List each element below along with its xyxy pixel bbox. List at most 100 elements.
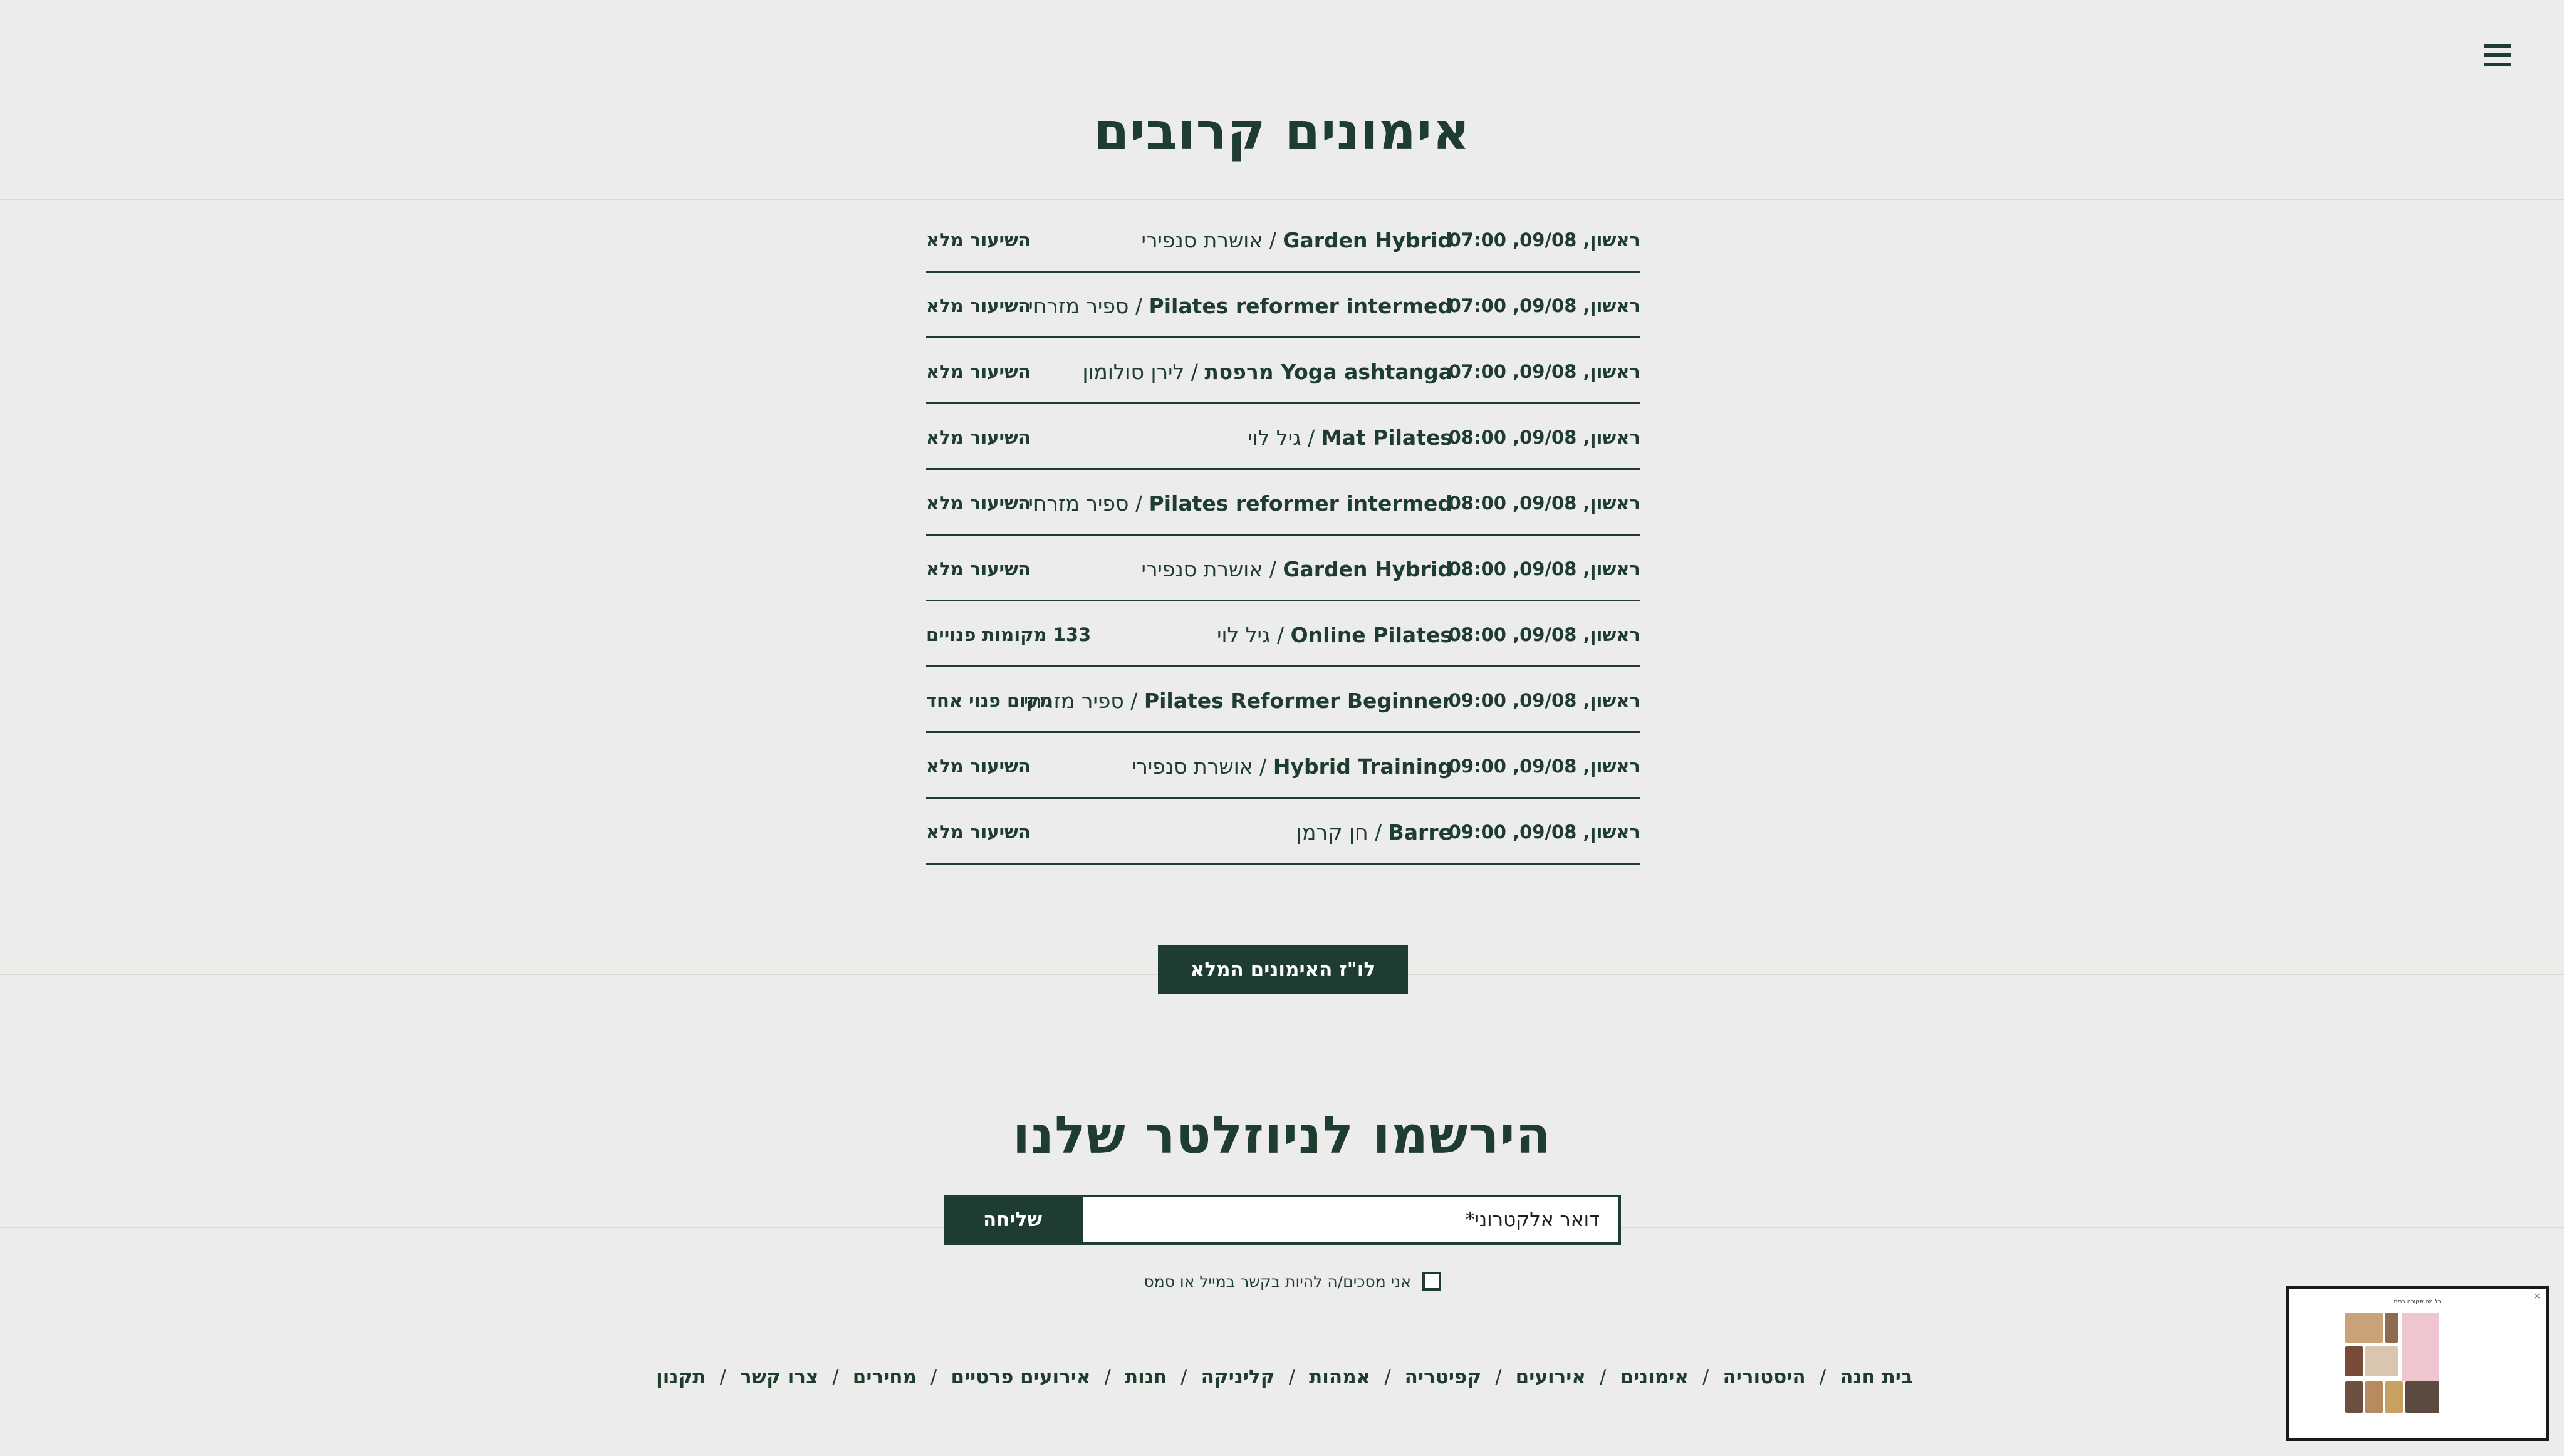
class-name: Pilates Reformer Beginner bbox=[1144, 689, 1452, 713]
newsletter-submit-button[interactable]: שליחה bbox=[944, 1195, 1081, 1245]
class-info: Barre / חן קרמן bbox=[1296, 820, 1452, 845]
class-schedule-list: ראשון, 09/08, 07:00 Garden Hybrid / אושרת… bbox=[926, 207, 1640, 865]
class-row[interactable]: ראשון, 09/08, 07:00 Garden Hybrid / אושרת… bbox=[926, 207, 1640, 273]
class-status: השיעור מלא bbox=[926, 558, 1031, 580]
class-info: Hybrid Training / אושרת סנפירי bbox=[1132, 754, 1452, 779]
class-datetime: ראשון, 09/08, 07:00 bbox=[1448, 361, 1640, 382]
class-datetime: ראשון, 09/08, 09:00 bbox=[1448, 756, 1640, 777]
class-info: Online Pilates / גיל לוי bbox=[1217, 623, 1452, 647]
preview-thumbnail bbox=[2345, 1313, 2383, 1343]
preview-title: כל מה שקורה בבית bbox=[2394, 1299, 2441, 1305]
class-row[interactable]: ראשון, 09/08, 07:00 Pilates reformer inte… bbox=[926, 273, 1640, 338]
class-trainer: / גיל לוי bbox=[1217, 623, 1291, 647]
class-name: Garden Hybrid bbox=[1283, 557, 1452, 581]
class-info: Garden Hybrid / אושרת סנפירי bbox=[1141, 557, 1452, 581]
class-row[interactable]: ראשון, 09/08, 08:00 Mat Pilates / גיל לוי… bbox=[926, 404, 1640, 470]
class-trainer: / גיל לוי bbox=[1248, 425, 1321, 450]
close-icon[interactable]: × bbox=[2533, 1291, 2541, 1301]
footer-nav-link[interactable]: אימונים bbox=[1620, 1366, 1689, 1388]
class-row[interactable]: ראשון, 09/08, 07:00 Yoga ashtanga מרפסת /… bbox=[926, 338, 1640, 404]
class-trainer: / לירן סולומון bbox=[1082, 360, 1205, 384]
class-row[interactable]: ראשון, 09/08, 08:00 Online Pilates / גיל … bbox=[926, 601, 1640, 667]
class-name: Yoga ashtanga מרפסת bbox=[1204, 360, 1452, 384]
class-row[interactable]: ראשון, 09/08, 09:00 Pilates Reformer Begi… bbox=[926, 667, 1640, 733]
class-info: Pilates reformer intermed / ספיר מזרחי bbox=[1028, 491, 1452, 516]
class-datetime: ראשון, 09/08, 09:00 bbox=[1448, 821, 1640, 843]
class-status: השיעור מלא bbox=[926, 361, 1031, 382]
nav-separator: / bbox=[1495, 1366, 1502, 1388]
nav-separator: / bbox=[719, 1366, 726, 1388]
nav-separator: / bbox=[1104, 1366, 1111, 1388]
preview-thumbnail bbox=[2345, 1381, 2363, 1413]
class-datetime: ראשון, 09/08, 09:00 bbox=[1448, 690, 1640, 711]
footer-nav-link[interactable]: מחירים bbox=[853, 1366, 917, 1388]
full-schedule-button[interactable]: לו"ז האימונים המלא bbox=[1158, 945, 1408, 994]
preview-thumbnail bbox=[2365, 1381, 2383, 1413]
consent-label: אני מסכים/ה להיות בקשר במייל או סמס bbox=[1144, 1272, 1411, 1291]
footer-nav: בית חנה / היסטוריה / אימונים / אירועים / קפיטריה… bbox=[656, 1366, 1913, 1388]
preview-widget[interactable]: × כל מה שקורה בבית bbox=[2286, 1286, 2549, 1441]
hamburger-menu-icon[interactable] bbox=[2484, 44, 2511, 66]
footer-nav-link[interactable]: אירועים bbox=[1516, 1366, 1586, 1388]
email-field[interactable] bbox=[1081, 1195, 1621, 1245]
section-divider-top bbox=[0, 199, 2564, 200]
class-info: Pilates reformer intermed / ספיר מזרחי bbox=[1028, 294, 1452, 318]
class-name: Pilates reformer intermed bbox=[1149, 491, 1452, 516]
footer-nav-link[interactable]: אמהות bbox=[1309, 1366, 1370, 1388]
class-info: Mat Pilates / גיל לוי bbox=[1248, 425, 1452, 450]
preview-thumbnail bbox=[2345, 1346, 2363, 1376]
preview-thumbnail bbox=[2385, 1313, 2398, 1343]
footer-nav-link[interactable]: צרו קשר bbox=[740, 1366, 818, 1388]
class-datetime: ראשון, 09/08, 07:00 bbox=[1448, 295, 1640, 316]
class-datetime: ראשון, 09/08, 08:00 bbox=[1448, 624, 1640, 645]
nav-separator: / bbox=[1180, 1366, 1187, 1388]
preview-thumbnail bbox=[2405, 1381, 2439, 1413]
footer-nav-link[interactable]: תקנון bbox=[656, 1366, 706, 1388]
nav-separator: / bbox=[1702, 1366, 1709, 1388]
footer-nav-link[interactable]: בית חנה bbox=[1840, 1366, 1913, 1388]
class-name: Mat Pilates bbox=[1321, 425, 1452, 450]
class-trainer: / אושרת סנפירי bbox=[1141, 228, 1283, 252]
footer-nav-link[interactable]: קליניקה bbox=[1201, 1366, 1275, 1388]
nav-separator: / bbox=[1288, 1366, 1296, 1388]
class-trainer: / חן קרמן bbox=[1296, 820, 1389, 845]
class-datetime: ראשון, 09/08, 08:00 bbox=[1448, 492, 1640, 514]
nav-separator: / bbox=[1819, 1366, 1827, 1388]
nav-separator: / bbox=[930, 1366, 937, 1388]
footer-nav-link[interactable]: היסטוריה bbox=[1722, 1366, 1805, 1388]
newsletter-title: הירשמו לניוזלטר שלנו bbox=[1012, 1106, 1552, 1165]
footer-nav-link[interactable]: חנות bbox=[1125, 1366, 1167, 1388]
class-datetime: ראשון, 09/08, 08:00 bbox=[1448, 427, 1640, 448]
preview-thumbnail bbox=[2385, 1381, 2403, 1413]
class-status: השיעור מלא bbox=[926, 295, 1031, 316]
class-status: השיעור מלא bbox=[926, 821, 1031, 843]
class-row[interactable]: ראשון, 09/08, 09:00 Barre / חן קרמן השיעור… bbox=[926, 799, 1640, 865]
class-name: Online Pilates bbox=[1290, 623, 1452, 647]
preview-thumbnail bbox=[2365, 1346, 2398, 1376]
class-datetime: ראשון, 09/08, 08:00 bbox=[1448, 558, 1640, 580]
preview-content: כל מה שקורה בבית bbox=[2339, 1295, 2496, 1433]
class-status: מקום פנוי אחד bbox=[926, 690, 1053, 711]
class-info: Pilates Reformer Beginner / ספיר מזרחי bbox=[1024, 689, 1452, 713]
class-trainer: / אושרת סנפירי bbox=[1131, 754, 1273, 779]
newsletter-form: שליחה bbox=[944, 1195, 1621, 1245]
consent-row: אני מסכים/ה להיות בקשר במייל או סמס bbox=[1128, 1269, 1441, 1294]
nav-separator: / bbox=[832, 1366, 839, 1388]
class-status: השיעור מלא bbox=[926, 229, 1031, 251]
class-status: השיעור מלא bbox=[926, 756, 1031, 777]
class-row[interactable]: ראשון, 09/08, 08:00 Pilates reformer inte… bbox=[926, 470, 1640, 536]
nav-separator: / bbox=[1600, 1366, 1607, 1388]
class-trainer: / אושרת סנפירי bbox=[1141, 557, 1283, 581]
class-row[interactable]: ראשון, 09/08, 09:00 Hybrid Training / אוש… bbox=[926, 733, 1640, 799]
class-name: Garden Hybrid bbox=[1283, 228, 1452, 252]
footer-nav-link[interactable]: קפיטריה bbox=[1405, 1366, 1482, 1388]
class-trainer: / ספיר מזרחי bbox=[1028, 491, 1149, 516]
class-status: 133 מקומות פנויים bbox=[926, 624, 1092, 645]
classes-section-title: אימונים קרובים bbox=[1093, 102, 1471, 162]
consent-checkbox[interactable] bbox=[1422, 1272, 1441, 1291]
class-name: Barre bbox=[1388, 820, 1452, 845]
class-row[interactable]: ראשון, 09/08, 08:00 Garden Hybrid / אושרת… bbox=[926, 536, 1640, 601]
class-info: Yoga ashtanga מרפסת / לירן סולומון bbox=[1082, 360, 1452, 384]
footer-nav-link[interactable]: אירועים פרטיים bbox=[951, 1366, 1090, 1388]
class-name: Pilates reformer intermed bbox=[1149, 294, 1452, 318]
